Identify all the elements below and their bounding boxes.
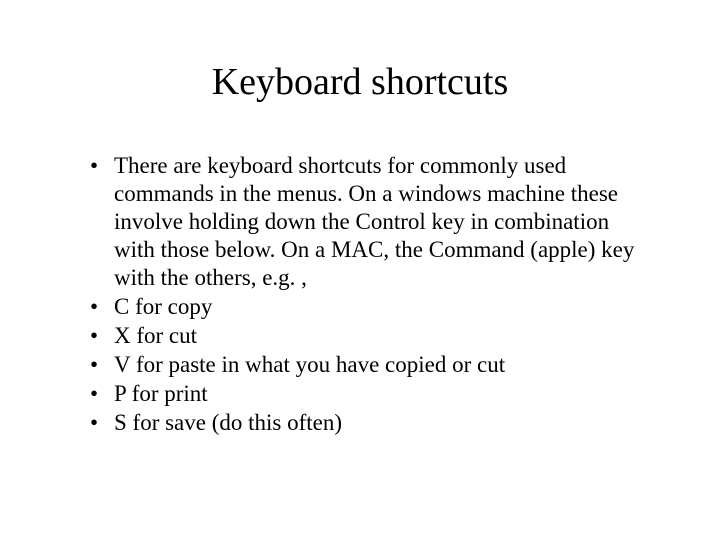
bullet-list: There are keyboard shortcuts for commonl… <box>70 152 650 437</box>
list-item: P for print <box>90 380 650 408</box>
list-item: V for paste in what you have copied or c… <box>90 351 650 379</box>
list-item: C for copy <box>90 293 650 321</box>
list-item: X for cut <box>90 322 650 350</box>
list-item: S for save (do this often) <box>90 409 650 437</box>
slide-title: Keyboard shortcuts <box>70 60 650 104</box>
list-item: There are keyboard shortcuts for commonl… <box>90 152 650 292</box>
